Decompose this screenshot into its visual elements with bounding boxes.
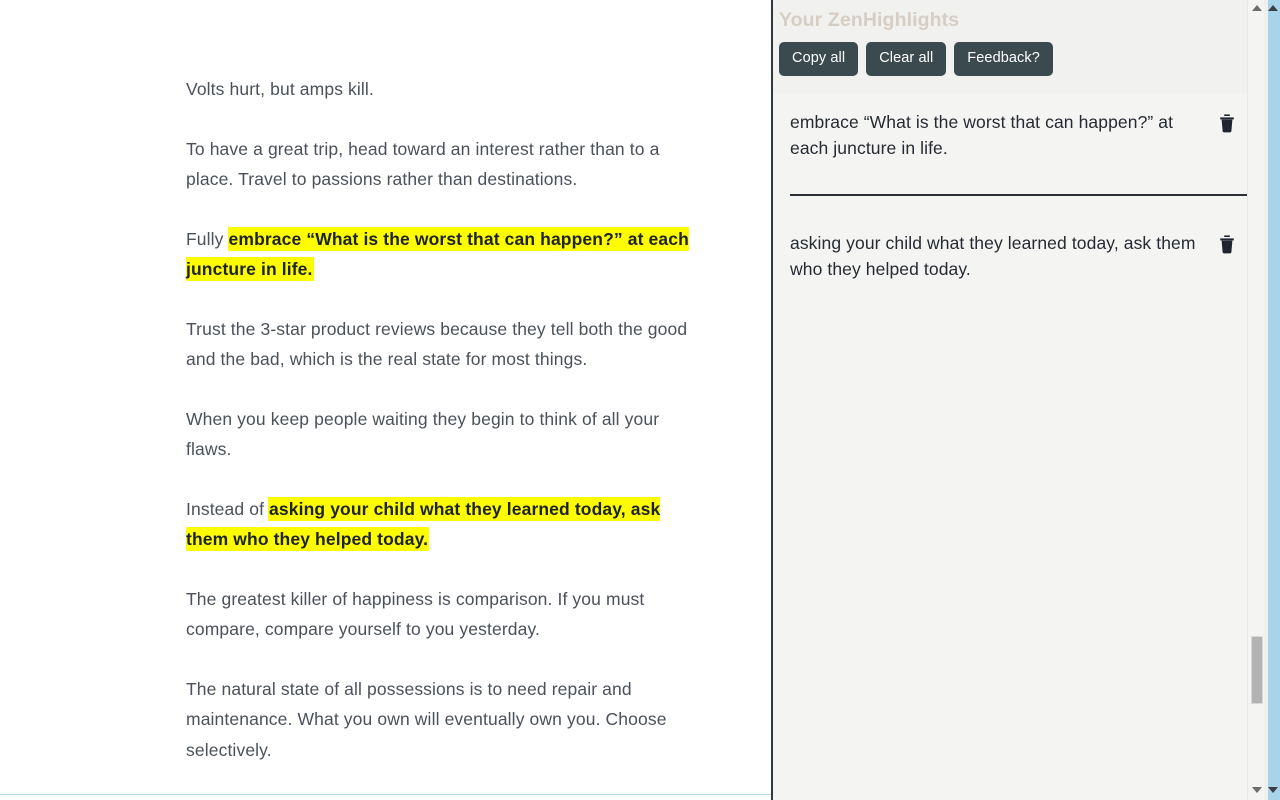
paragraph-text: The greatest killer of happiness is comp… (186, 588, 645, 640)
chevron-down-icon[interactable] (1251, 785, 1262, 796)
article-paragraph: Instead of asking your child what they l… (186, 494, 700, 555)
page-scrollbar-track[interactable] (1268, 0, 1280, 800)
article-paragraph: To have a great trip, head toward an int… (186, 134, 700, 195)
article-paragraph: Fully embrace “What is the worst that ca… (186, 224, 700, 285)
chevron-up-icon[interactable] (1251, 3, 1262, 14)
paragraph-text: When you keep people waiting they begin … (186, 408, 660, 460)
paragraph-text: Trust the 3-star product reviews because… (186, 318, 688, 370)
chevron-down-icon[interactable] (1267, 785, 1278, 796)
copy-all-button[interactable]: Copy all (779, 42, 859, 76)
highlights-list: embrace “What is the worst that can happ… (773, 93, 1265, 800)
clear-all-button[interactable]: Clear all (866, 42, 947, 76)
trash-icon[interactable] (1216, 232, 1238, 256)
highlight-card[interactable]: embrace “What is the worst that can happ… (773, 93, 1265, 175)
highlight-text: embrace “What is the worst that can happ… (790, 112, 1174, 158)
article-paragraph: When you keep people waiting they begin … (186, 404, 700, 465)
trash-icon[interactable] (1216, 111, 1238, 135)
sidebar-action-bar: Copy all Clear all Feedback? (779, 42, 1265, 76)
zenhighlights-sidebar: Your ZenHighlights Copy all Clear all Feed… (773, 0, 1265, 800)
paragraph-text: Instead of (186, 498, 270, 519)
article-paragraph: The greatest killer of happiness is comp… (186, 584, 700, 645)
article-paragraph: Trust the 3-star product reviews because… (186, 314, 700, 375)
highlight-card[interactable]: asking your child what they learned toda… (773, 214, 1265, 296)
app-root: Volts hurt, but amps kill. To have a grea… (0, 0, 1280, 800)
article-bottom-rule (0, 794, 771, 795)
paragraph-text: Fully (186, 228, 229, 249)
sidebar-scrollbar-thumb[interactable] (1251, 636, 1263, 704)
article-pane: Volts hurt, but amps kill. To have a grea… (0, 0, 771, 795)
highlight-text: asking your child what they learned toda… (790, 233, 1196, 279)
feedback-button[interactable]: Feedback? (954, 42, 1053, 76)
article-paragraph: The natural state of all possessions is … (186, 674, 700, 766)
paragraph-text: To have a great trip, head toward an int… (186, 138, 660, 190)
paragraph-text: Volts hurt, but amps kill. (186, 79, 374, 99)
page-title: Your ZenHighlights (779, 9, 960, 31)
paragraph-text: The natural state of all possessions is … (186, 678, 667, 760)
page-scrollbar[interactable] (1264, 0, 1280, 800)
pane-divider[interactable] (771, 0, 773, 800)
chevron-up-icon[interactable] (1267, 3, 1278, 14)
article-paragraph: Volts hurt, but amps kill. (186, 74, 700, 105)
highlight-separator (790, 194, 1252, 196)
sidebar-header: Your ZenHighlights Copy all Clear all Feed… (773, 0, 1265, 76)
text-highlight[interactable]: embrace “What is the worst that can happ… (186, 227, 689, 280)
sidebar-scrollbar[interactable] (1247, 0, 1264, 800)
article-body: Volts hurt, but amps kill. To have a grea… (0, 0, 700, 795)
